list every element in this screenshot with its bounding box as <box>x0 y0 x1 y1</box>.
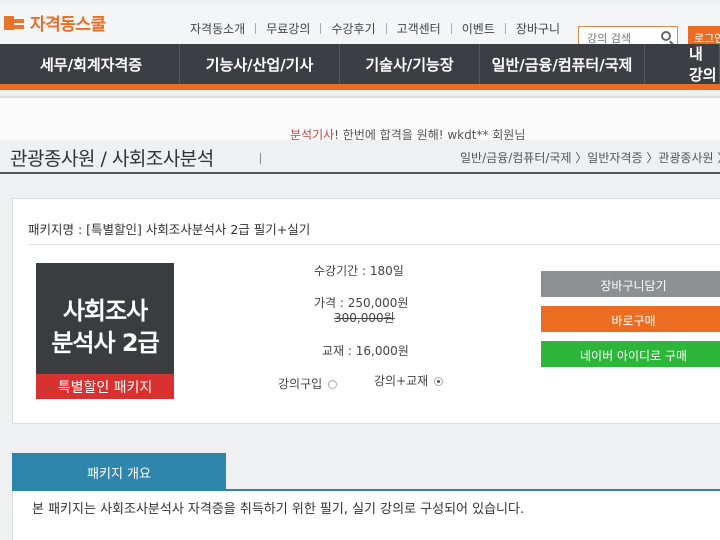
topnav-cart[interactable]: 장바구니 <box>506 20 570 37</box>
add-to-cart-button[interactable]: 장바구니담기 <box>541 271 720 297</box>
tab-professional-engineer[interactable]: 기술사/기능장 <box>340 44 480 84</box>
tab-my-lectures[interactable]: 내 강의 <box>645 44 720 84</box>
package-name: 패키지명 : [특별할인] 사회조사분석사 2급 필기+실기 <box>28 222 311 237</box>
tab-technician-industrial[interactable]: 기능사/산업/기사 <box>180 44 340 84</box>
site-logo[interactable]: 자격동스쿨 <box>4 10 106 35</box>
package-thumbnail: 사회조사 분석사 2급 특별할인 패키지 <box>36 263 174 399</box>
title-divider <box>260 153 261 164</box>
tab-package-overview[interactable]: 패키지 개요 <box>12 453 226 489</box>
thumb-title-line1: 사회조사 <box>62 297 148 325</box>
option-lecture-radio[interactable] <box>328 380 338 389</box>
topnav-customer-center[interactable]: 고객센터 <box>387 20 451 37</box>
buy-now-button[interactable]: 바로구매 <box>541 306 720 332</box>
thumb-ribbon: 특별할인 패키지 <box>36 374 174 399</box>
topnav-about[interactable]: 자격동소개 <box>180 20 255 37</box>
option-lecture-textbook-label: 강의+교재 <box>374 374 429 388</box>
package-divider <box>28 244 720 245</box>
tab-general-finance-computer[interactable]: 일반/금융/컴퓨터/국제 <box>480 44 645 84</box>
option-lecture-label: 강의구입 <box>278 377 323 391</box>
thumb-title-line2: 분석사 2급 <box>51 329 159 357</box>
topnav-events[interactable]: 이벤트 <box>452 20 505 37</box>
topnav-reviews[interactable]: 수강후기 <box>321 20 385 37</box>
top-nav: 자격동소개 무료강의 수강후기 고객센터 이벤트 장바구니 <box>180 20 570 37</box>
overview-description: 본 패키지는 사회조사분석사 자격증을 취득하기 위한 필기, 실기 강의로 구… <box>32 502 525 517</box>
naver-purchase-button[interactable]: 네이버 아이디로 구매 <box>541 341 720 367</box>
logo-mark-icon <box>4 14 26 32</box>
textbook-price: 교재 : 16,000원 <box>322 344 409 358</box>
option-lecture-textbook[interactable]: 강의+교재 <box>374 372 444 389</box>
tab-tax-accounting[interactable]: 세무/회계자격증 <box>0 44 180 84</box>
promo-banner[interactable]: 분석기사! 한번에 합격을 원해! wkdt** 회원님 <box>0 96 720 140</box>
topnav-free-lectures[interactable]: 무료강의 <box>256 20 320 37</box>
logo-text: 자격동스쿨 <box>30 15 106 35</box>
search-icon[interactable] <box>661 31 671 41</box>
option-lecture-textbook-radio[interactable] <box>434 377 444 386</box>
page-title: 관광종사원 / 사회조사분석 <box>10 148 214 170</box>
main-nav: 세무/회계자격증 기능사/산업/기사 기술사/기능장 일반/금융/컴퓨터/국제 … <box>0 44 720 90</box>
site-header: 자격동스쿨 자격동소개 무료강의 수강후기 고객센터 이벤트 장바구니 로그인 <box>0 4 720 49</box>
banner-line: 분석기사! 한번에 합격을 원해! wkdt** 회원님 <box>290 128 526 140</box>
title-underline <box>0 172 720 174</box>
original-price: 300,000원 <box>334 311 395 325</box>
option-lecture[interactable]: 강의구입 <box>278 375 338 392</box>
course-period: 수강기간 : 180일 <box>314 264 404 278</box>
breadcrumb[interactable]: 일반/금융/컴퓨터/국제 〉일반자격증 〉관광종사원 〉 <box>460 149 720 166</box>
